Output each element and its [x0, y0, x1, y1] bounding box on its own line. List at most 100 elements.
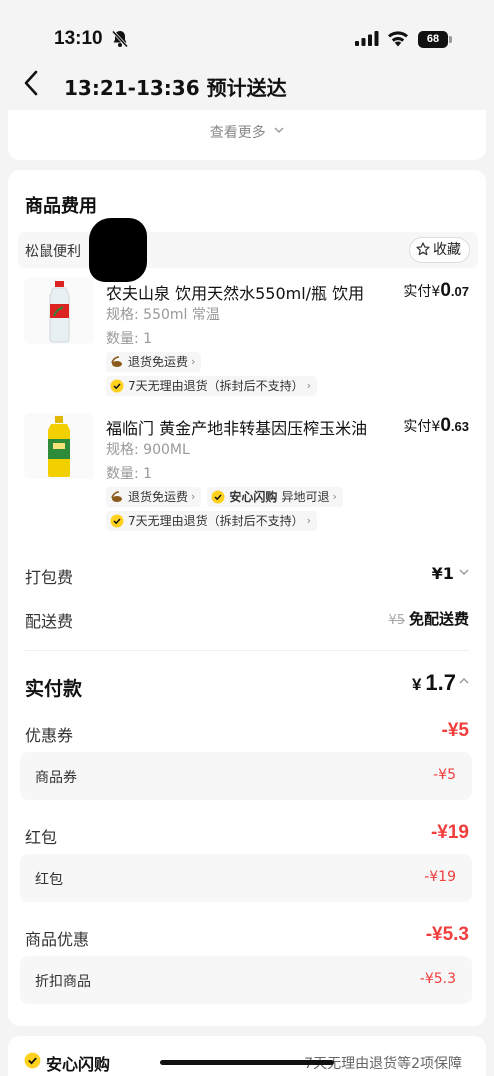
- price-currency: ¥: [431, 419, 441, 435]
- product-spec: 规格: 900ML: [106, 442, 190, 458]
- delivery-fee-row: 配送费 ¥5 免配送费: [25, 608, 469, 632]
- price-currency: ¥: [431, 284, 441, 300]
- product-item[interactable]: 福临门 黄金产地非转基因压榨玉米油 实付¥0.63 规格: 900ML 数量: …: [8, 413, 486, 543]
- wifi-icon: [388, 31, 408, 47]
- packing-fee-row[interactable]: 打包费 ¥1: [25, 564, 469, 588]
- total-label: 实付款: [25, 678, 83, 700]
- page-title: 13:21-13:36 预计送达: [64, 76, 287, 100]
- discount-detail-value: -¥5: [433, 767, 456, 783]
- delivery-original-price: ¥5: [388, 613, 405, 628]
- total-amount: 1.7: [425, 670, 456, 695]
- return-shipping-tag[interactable]: 退货免运费 ›: [106, 487, 202, 507]
- divider: [25, 650, 469, 651]
- nav-header: 13:21-13:36 预计送达: [0, 60, 494, 110]
- product-image: [24, 278, 94, 344]
- tag-row: 退货免运费 ›: [106, 352, 202, 372]
- discount-row-product: 商品优惠 -¥5.3: [25, 924, 469, 950]
- shield-check-icon: [110, 379, 124, 393]
- favorite-button[interactable]: 收藏: [409, 237, 470, 263]
- product-price: 实付¥0.07: [403, 280, 469, 302]
- price-integer: 0: [440, 415, 451, 436]
- product-name: 农夫山泉 饮用天然水550ml/瓶 饮用: [106, 284, 365, 303]
- shield-check-icon: [24, 1052, 41, 1069]
- total-currency: ¥: [411, 675, 422, 694]
- product-image: [24, 413, 94, 479]
- price-decimal: .07: [450, 284, 469, 299]
- see-more-label: 查看更多: [209, 125, 266, 141]
- discount-detail-label: 折扣商品: [35, 974, 91, 990]
- product-price: 实付¥0.63: [403, 415, 469, 437]
- discount-detail-label: 红包: [35, 872, 63, 888]
- packing-fee-value: ¥1: [432, 564, 469, 583]
- shop-name[interactable]: 松鼠便利: [25, 241, 81, 261]
- product-quantity: 数量: 1: [106, 466, 153, 482]
- discount-value: -¥5.3: [425, 924, 469, 945]
- return-shipping-tag[interactable]: 退货免运费 ›: [106, 352, 202, 372]
- return-truck-icon: [111, 356, 122, 367]
- discount-detail-value: -¥5.3: [419, 971, 456, 987]
- price-prefix: 实付: [403, 284, 432, 300]
- tag-label: 7天无理由退货（拆封后不支持）: [128, 514, 304, 528]
- tag-row: 7天无理由退货（拆封后不支持） ›: [106, 376, 318, 396]
- discount-row-red-packet: 红包 -¥19: [25, 822, 469, 848]
- price-prefix: 实付: [403, 419, 432, 435]
- discount-detail: 折扣商品 -¥5.3: [20, 956, 472, 1004]
- free-delivery-label: 免配送费: [408, 610, 469, 628]
- battery-level: 68: [418, 31, 448, 48]
- guarantee-bar[interactable]: 安心闪购 7天无理由退货等2项保障: [8, 1036, 486, 1076]
- tag-label: 退货免运费: [128, 490, 189, 504]
- delivery-fee-label: 配送费: [25, 612, 74, 631]
- product-spec: 规格: 550ml 常温: [106, 307, 220, 323]
- battery-icon: 68: [418, 31, 452, 48]
- see-more-button[interactable]: 查看更多: [8, 122, 486, 142]
- discount-value: -¥19: [430, 822, 469, 843]
- discount-detail: 红包 -¥19: [20, 854, 472, 902]
- tag-label: 退货免运费: [128, 355, 189, 369]
- order-items-card: 查看更多: [8, 110, 486, 160]
- discount-detail: 商品券 -¥5: [20, 752, 472, 800]
- tag-row: 退货免运费 › 安心闪购 异地可退 ›: [106, 487, 343, 507]
- fee-card: 商品费用 松鼠便利 收藏 农夫山泉 饮用天然水550ml/瓶 饮用 实付¥0.0…: [8, 170, 486, 1026]
- delivery-fee-value: ¥5 免配送费: [388, 608, 469, 629]
- shop-bar: 松鼠便利 收藏: [18, 218, 478, 282]
- section-title: 商品费用: [25, 196, 97, 217]
- chevron-up-icon: [459, 678, 469, 684]
- discount-label: 红包: [25, 828, 58, 847]
- price-integer: 0: [440, 280, 451, 301]
- redaction-mark: [89, 218, 147, 282]
- back-arrow-icon[interactable]: [20, 68, 42, 98]
- discount-detail-value: -¥19: [424, 869, 456, 885]
- discount-detail-label: 商品券: [35, 770, 77, 786]
- favorite-label: 收藏: [433, 242, 461, 258]
- packing-fee-label: 打包费: [25, 568, 74, 587]
- status-bar: 13:10 68: [0, 0, 494, 60]
- price-decimal: .63: [450, 419, 469, 434]
- total-value[interactable]: ¥1.7: [412, 670, 469, 696]
- discount-value: -¥5: [441, 720, 469, 741]
- seven-day-return-tag[interactable]: 7天无理由退货（拆封后不支持） ›: [106, 511, 318, 531]
- home-indicator[interactable]: [160, 1060, 334, 1065]
- guarantee-brand: 安心闪购: [46, 1055, 111, 1074]
- product-quantity: 数量: 1: [106, 331, 153, 347]
- status-time: 13:10: [54, 28, 103, 49]
- product-item[interactable]: 农夫山泉 饮用天然水550ml/瓶 饮用 实付¥0.07 规格: 550ml 常…: [8, 278, 486, 408]
- seven-day-return-tag[interactable]: 7天无理由退货（拆封后不支持） ›: [106, 376, 318, 396]
- tag-label: 异地可退: [281, 490, 330, 504]
- discount-label: 商品优惠: [25, 930, 90, 949]
- tag-label: 7天无理由退货（拆封后不支持）: [128, 379, 304, 393]
- chevron-down-icon: [459, 569, 469, 575]
- flash-return-tag[interactable]: 安心闪购 异地可退 ›: [207, 487, 343, 507]
- tag-brand: 安心闪购: [229, 490, 278, 504]
- tag-row: 7天无理由退货（拆封后不支持） ›: [106, 511, 318, 531]
- discount-row-coupon: 优惠券 -¥5: [25, 720, 469, 746]
- product-name: 福临门 黄金产地非转基因压榨玉米油: [106, 419, 368, 438]
- shield-check-icon: [211, 490, 225, 504]
- chevron-down-icon: [274, 127, 284, 133]
- bell-slash-icon: [112, 30, 128, 48]
- packing-fee-amount: ¥1: [431, 564, 454, 583]
- discount-label: 优惠券: [25, 726, 74, 745]
- return-truck-icon: [111, 491, 122, 502]
- star-icon: [416, 242, 430, 256]
- signal-icon: [355, 31, 379, 46]
- shield-check-icon: [110, 514, 124, 528]
